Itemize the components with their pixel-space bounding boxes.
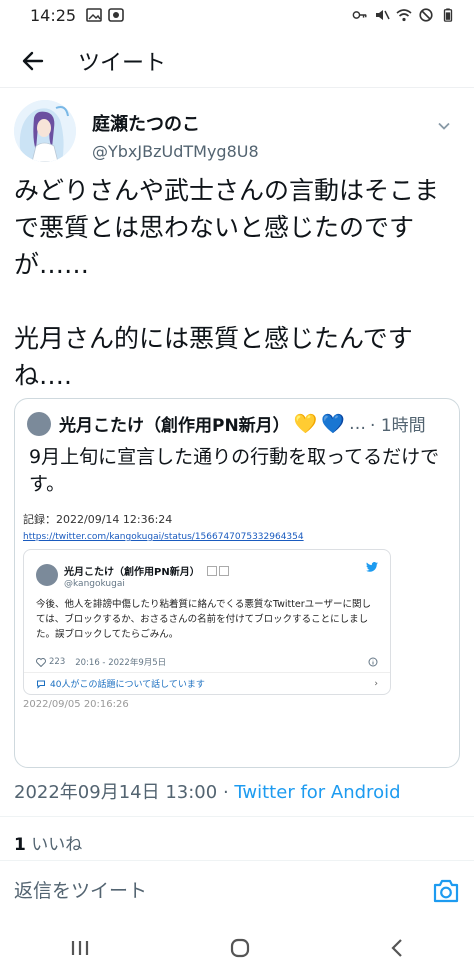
- back-nav-icon[interactable]: [389, 938, 405, 958]
- divider: [0, 860, 474, 861]
- app-icon: [108, 8, 124, 22]
- author-handle[interactable]: @YbxJBzUdTMyg8U8: [92, 142, 259, 161]
- blue-heart-emoji: 💙: [321, 413, 346, 435]
- capture-time: 2022/09/05 20:16:26: [23, 699, 129, 710]
- avatar-image: [14, 100, 76, 162]
- yellow-heart-emoji: 💛: [293, 413, 318, 435]
- broken-image-icon: [206, 565, 217, 576]
- status-bar: 14:25: [0, 0, 474, 30]
- info-icon: [368, 657, 378, 667]
- speech-bubble-icon: [37, 680, 45, 689]
- heart-outline-icon: [36, 657, 46, 667]
- arrow-left-icon: [22, 51, 44, 70]
- avatar[interactable]: [14, 100, 76, 162]
- status-time: 14:25: [30, 5, 77, 25]
- mute-icon: [376, 10, 390, 20]
- record-label: 記録：2022/09/14 12:36:24: [23, 513, 173, 526]
- home-icon[interactable]: [229, 937, 251, 959]
- record-url: https://twitter.com/kangokugai/status/15…: [23, 532, 304, 542]
- embedded-talk: 40人がこの話題について話しています: [50, 680, 205, 690]
- quoted-avatar[interactable]: [27, 411, 51, 436]
- attached-screenshot[interactable]: 記録：2022/09/14 12:36:24 https://twitter.c…: [23, 511, 451, 721]
- likes-label: いいね: [31, 835, 83, 855]
- navigation-bar: [0, 922, 474, 974]
- author-name[interactable]: 庭瀬たつのこ: [92, 110, 259, 136]
- timestamp-separator: ·: [217, 782, 235, 803]
- tweet-source-link[interactable]: Twitter for Android: [234, 782, 400, 803]
- camera-icon: [433, 879, 459, 903]
- likes-count[interactable]: 1 いいね: [14, 830, 82, 855]
- likes-number: 1: [14, 835, 26, 855]
- quoted-author-name: 光月こたけ（創作用PN新月）: [59, 416, 290, 436]
- embedded-datetime: 20:16 - 2022年9月5日: [75, 658, 167, 668]
- embedded-author-name: 光月こたけ（創作用PN新月）: [64, 567, 200, 578]
- quoted-time: · 1時間: [370, 416, 426, 436]
- chevron-right-icon: ›: [374, 678, 378, 689]
- quoted-tweet[interactable]: 光月こたけ（創作用PN新月） 💛 💙 … · 1時間 9月上旬に宣言した通りの行…: [14, 398, 460, 768]
- embedded-text: 今後、他人を誹謗中傷したり粘着質に絡んでくる悪質なTwitterユーザーに関して…: [36, 599, 371, 640]
- quoted-text: 9月上旬に宣言した通りの行動を取ってるだけです。: [29, 446, 440, 495]
- page-title: ツイート: [78, 50, 167, 76]
- dnd-icon: [419, 8, 433, 22]
- tweet-datetime: 2022年09月14日 13:00: [14, 782, 218, 803]
- quoted-ellipsis: …: [349, 413, 367, 434]
- embedded-likes: 223: [49, 657, 66, 667]
- camera-button[interactable]: [432, 878, 460, 904]
- tweet-author: 庭瀬たつのこ @YbxJBzUdTMyg8U8: [14, 100, 460, 170]
- chevron-down-icon: [438, 122, 450, 130]
- embedded-handle: @kangokugai: [64, 579, 125, 589]
- image-icon: [86, 8, 102, 22]
- recents-icon[interactable]: [69, 939, 91, 957]
- key-icon: [352, 11, 367, 19]
- wifi-icon: [396, 9, 412, 22]
- broken-image-icon: [218, 565, 229, 576]
- more-options-button[interactable]: [434, 116, 454, 136]
- tweet-text: みどりさんや武士さんの言動はそこまで悪質とは思わないと感じたのですが…… 光月さ…: [14, 176, 440, 390]
- divider: [0, 816, 474, 817]
- back-button[interactable]: [18, 46, 48, 76]
- app-bar: ツイート: [0, 34, 474, 88]
- embedded-tweet: 光月こたけ（創作用PN新月） @kangokugai 今後、他人を誹謗中傷したり…: [23, 549, 391, 695]
- tweet-timestamp: 2022年09月14日 13:00 · Twitter for Android: [14, 778, 401, 804]
- twitter-bird-icon: [366, 562, 378, 572]
- embedded-avatar: [36, 563, 58, 586]
- reply-input[interactable]: 返信をツイート: [14, 876, 147, 903]
- battery-icon: [443, 8, 453, 22]
